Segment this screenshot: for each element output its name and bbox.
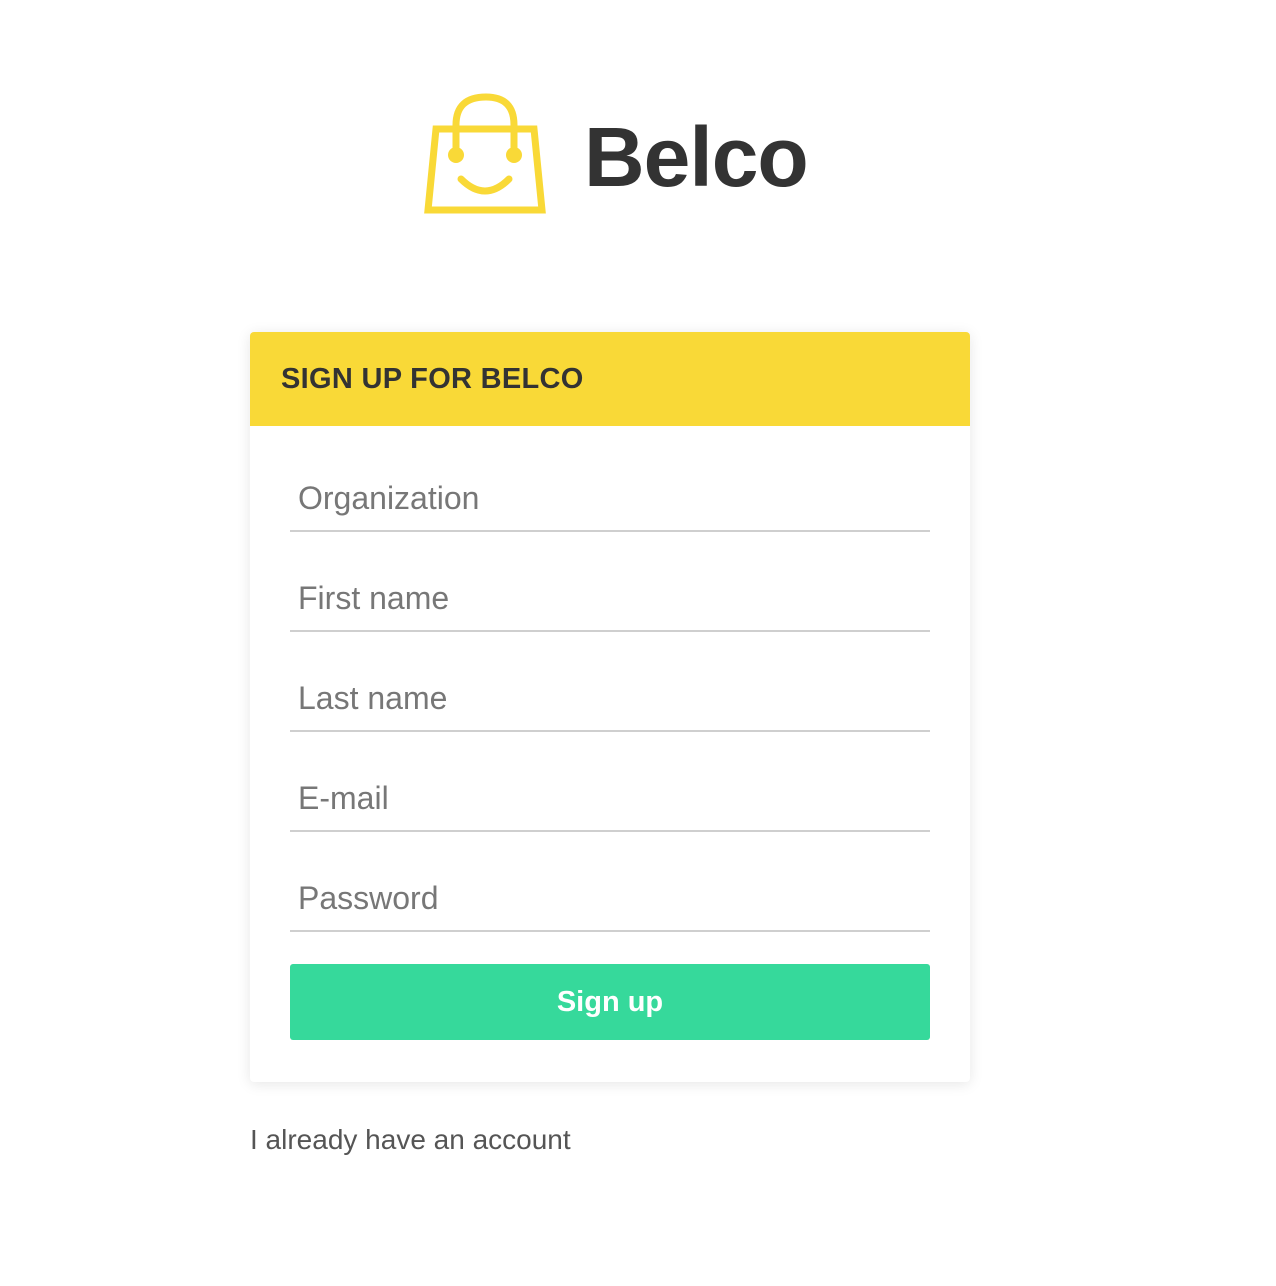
card-header: SIGN UP FOR BELCO (250, 332, 970, 426)
last-name-field-wrapper (290, 632, 930, 732)
password-input[interactable] (290, 876, 930, 920)
signup-form: Sign up (250, 432, 970, 1040)
organization-input[interactable] (290, 476, 930, 520)
first-name-field-wrapper (290, 532, 930, 632)
last-name-input[interactable] (290, 676, 930, 720)
email-input[interactable] (290, 776, 930, 820)
signup-page: Belco SIGN UP FOR BELCO Sign up I alrea (0, 0, 1276, 1286)
card-title: SIGN UP FOR BELCO (281, 362, 584, 395)
login-link[interactable]: I already have an account (250, 1124, 571, 1156)
sign-up-button[interactable]: Sign up (290, 964, 930, 1040)
brand-logo: Belco (424, 90, 809, 215)
organization-field-wrapper (290, 432, 930, 532)
first-name-input[interactable] (290, 576, 930, 620)
email-field-wrapper (290, 732, 930, 832)
password-field-wrapper (290, 832, 930, 932)
shopping-bag-smile-icon (424, 92, 546, 213)
signup-card: SIGN UP FOR BELCO Sign up (250, 332, 970, 1082)
brand-name: Belco (584, 109, 809, 204)
